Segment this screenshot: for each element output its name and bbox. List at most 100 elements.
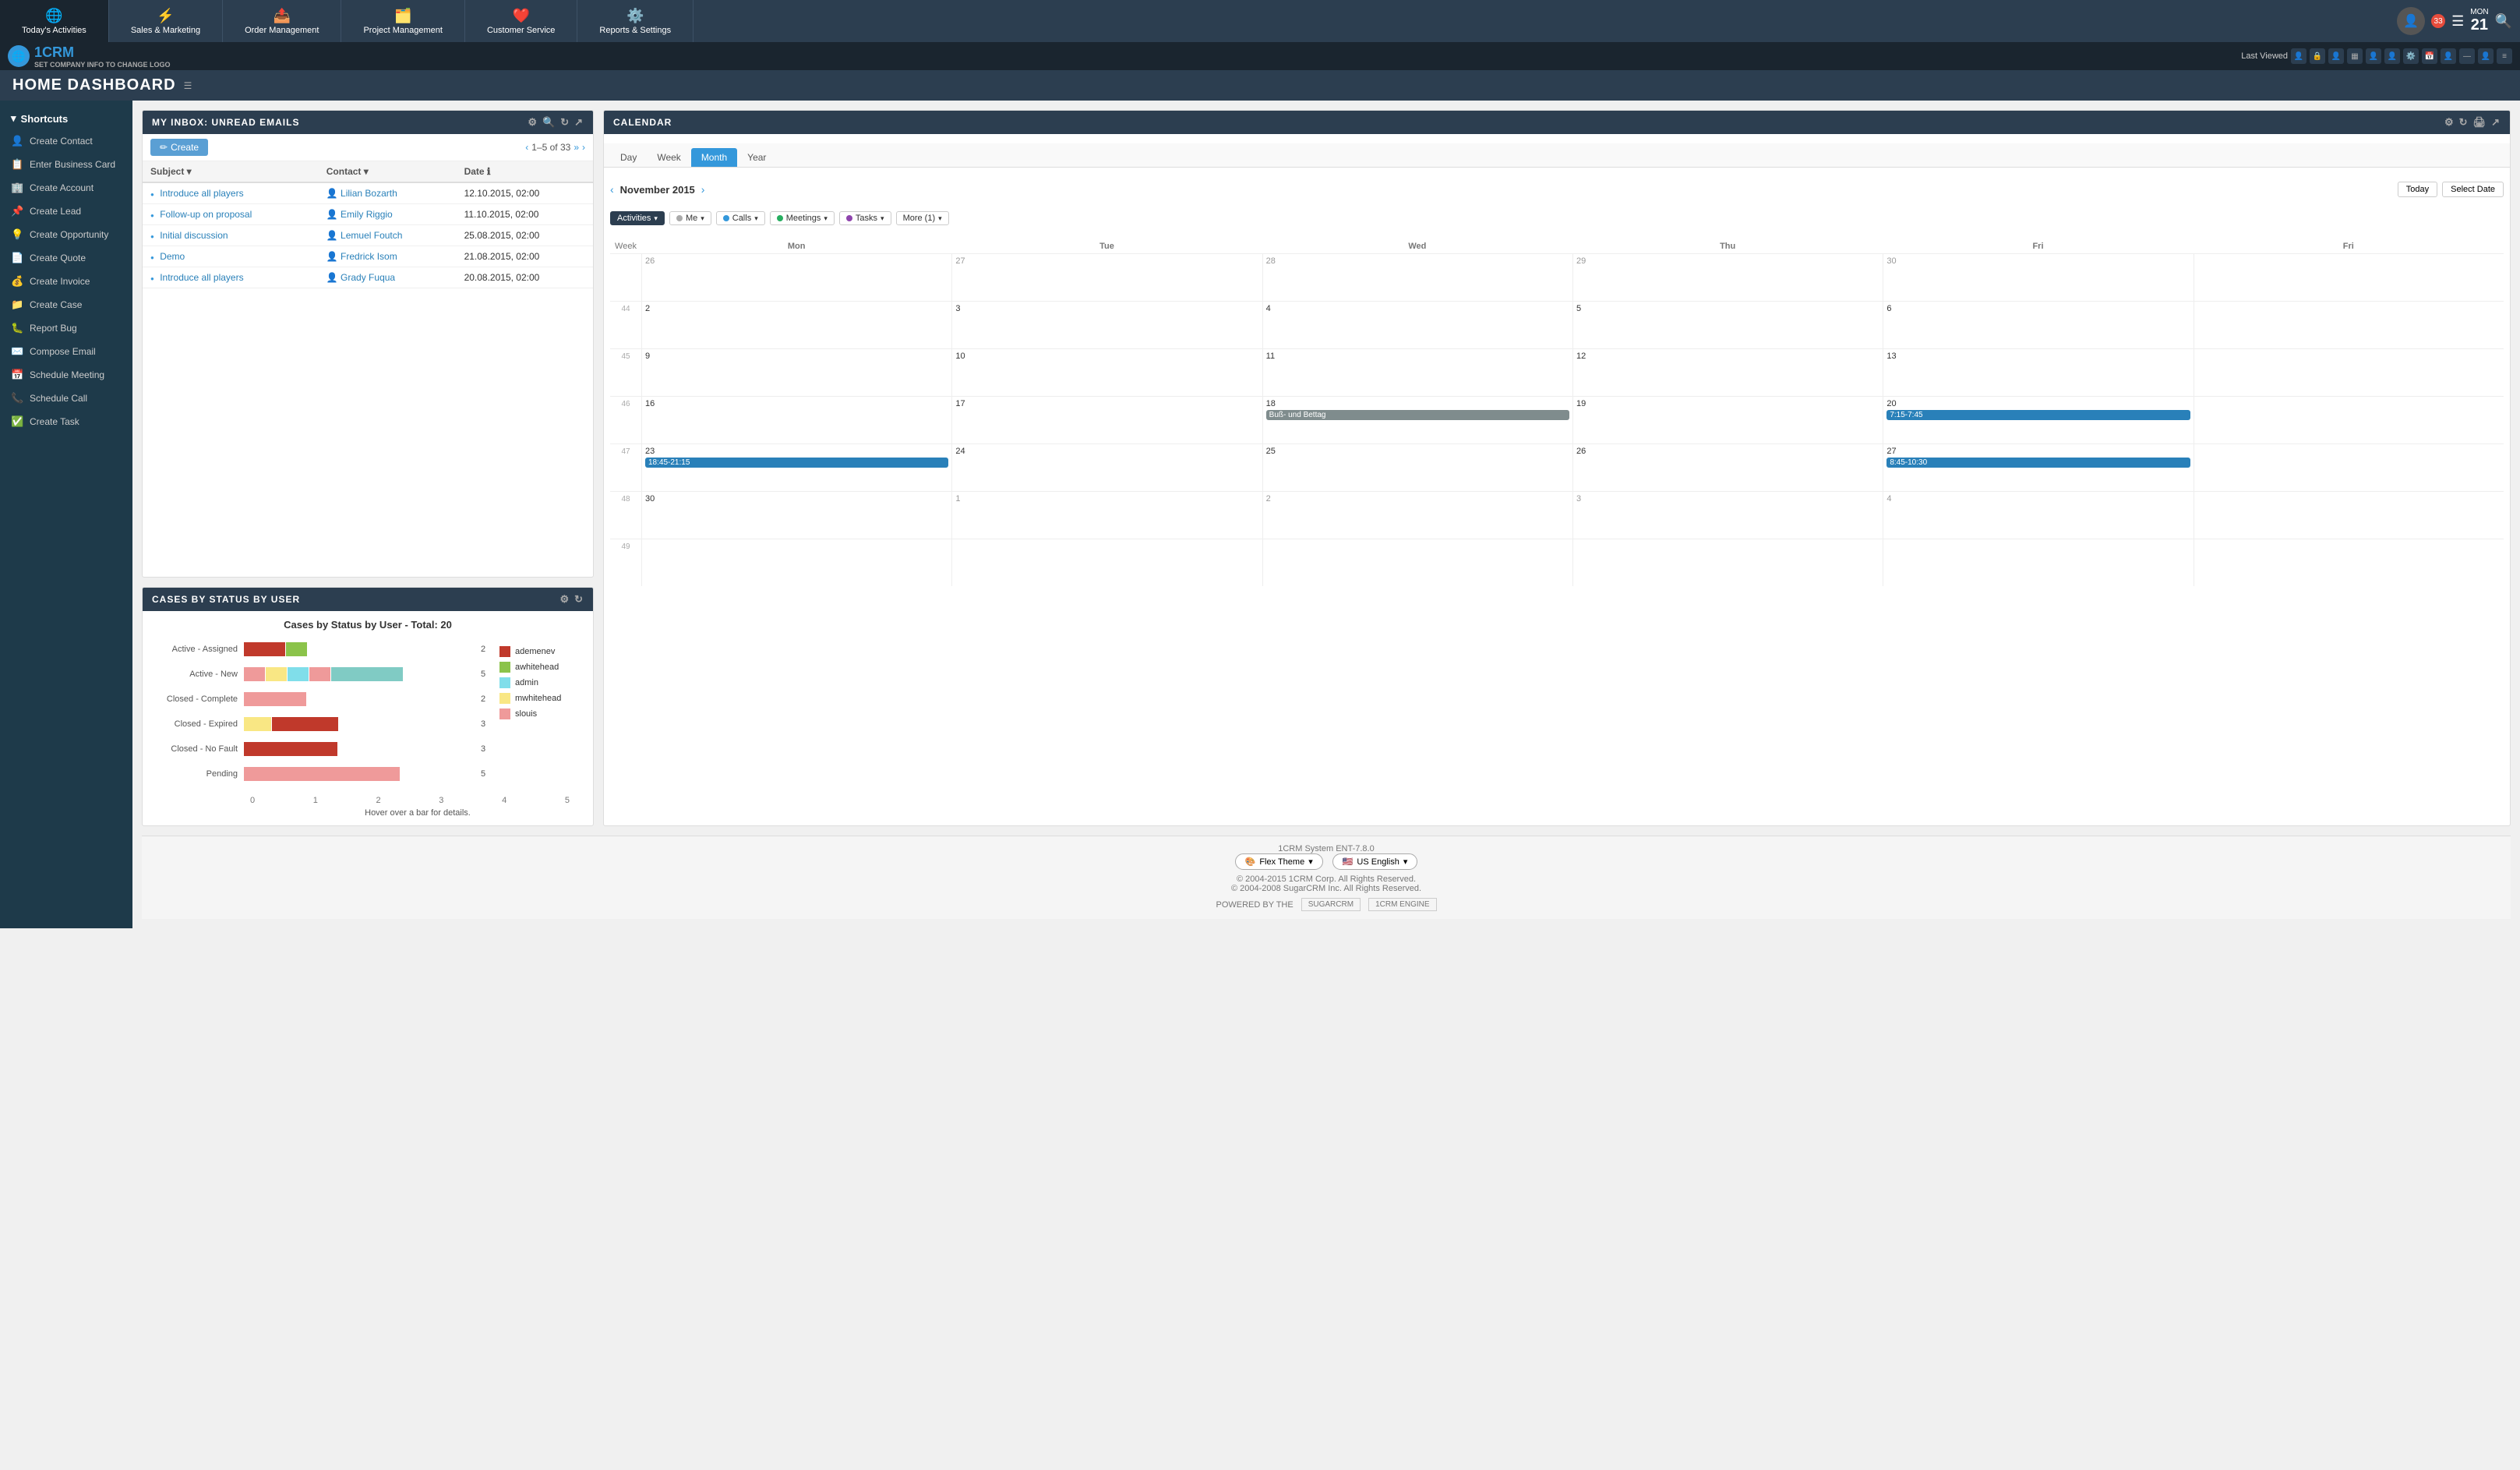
calendar-day-cell[interactable]: 12 bbox=[1572, 349, 1883, 396]
sidebar-item-schedule-call[interactable]: 📞Schedule Call bbox=[0, 387, 132, 410]
inbox-refresh-icon[interactable]: ↻ bbox=[560, 116, 570, 129]
notification-badge[interactable]: 33 bbox=[2431, 14, 2445, 28]
next-page-button[interactable]: › bbox=[582, 142, 585, 153]
sidebar-item-schedule-meeting[interactable]: 📅Schedule Meeting bbox=[0, 363, 132, 387]
cal-select-date-button[interactable]: Select Date bbox=[2442, 182, 2504, 197]
calendar-day-cell[interactable] bbox=[2194, 397, 2504, 443]
sidebar-item-compose-email[interactable]: ✉️Compose Email bbox=[0, 340, 132, 363]
calendar-event[interactable]: 18:45-21:15 bbox=[645, 458, 948, 468]
filter-btn-more-1[interactable]: More (1)▾ bbox=[896, 211, 949, 225]
bar-segment[interactable] bbox=[272, 717, 338, 731]
filter-btn-calls[interactable]: Calls▾ bbox=[716, 211, 765, 225]
lv-icon-12[interactable]: ≡ bbox=[2497, 48, 2512, 64]
top-nav-item-reports[interactable]: ⚙️Reports & Settings bbox=[577, 0, 694, 42]
bar-segment[interactable] bbox=[286, 642, 307, 656]
sidebar-item-create-opportunity[interactable]: 💡Create Opportunity bbox=[0, 223, 132, 246]
email-subject-link[interactable]: Introduce all players bbox=[160, 188, 243, 199]
calendar-day-cell[interactable]: 9 bbox=[641, 349, 951, 396]
calendar-day-cell[interactable]: 24 bbox=[951, 444, 1262, 491]
top-nav-item-project[interactable]: 🗂️Project Management bbox=[341, 0, 465, 42]
calendar-day-cell[interactable]: 6 bbox=[1883, 302, 2193, 348]
calendar-day-cell[interactable]: 27 bbox=[951, 254, 1262, 301]
calendar-day-cell[interactable]: 26 bbox=[641, 254, 951, 301]
calendar-day-cell[interactable]: 29 bbox=[1572, 254, 1883, 301]
email-subject-link[interactable]: Demo bbox=[160, 251, 185, 262]
sidebar-item-create-case[interactable]: 📁Create Case bbox=[0, 293, 132, 316]
lv-icon-6[interactable]: 👤 bbox=[2384, 48, 2400, 64]
lv-icon-9[interactable]: 👤 bbox=[2441, 48, 2456, 64]
calendar-day-cell[interactable] bbox=[2194, 302, 2504, 348]
lv-icon-1[interactable]: 👤 bbox=[2291, 48, 2306, 64]
calendar-event[interactable]: Buß- und Bettag bbox=[1266, 410, 1569, 420]
calendar-day-cell[interactable]: 4 bbox=[1883, 492, 2193, 539]
calendar-day-cell[interactable] bbox=[641, 539, 951, 586]
calendar-day-cell[interactable]: 2 bbox=[1262, 492, 1572, 539]
filter-btn-activities[interactable]: Activities▾ bbox=[610, 211, 665, 225]
calendar-day-cell[interactable]: 28 bbox=[1262, 254, 1572, 301]
prev-page-button[interactable]: ‹ bbox=[525, 142, 528, 153]
bar-segment[interactable] bbox=[244, 692, 306, 706]
calendar-day-cell[interactable]: 18Buß- und Bettag bbox=[1262, 397, 1572, 443]
cal-prev-month[interactable]: ‹ bbox=[610, 183, 614, 196]
top-nav-item-sales[interactable]: ⚡Sales & Marketing bbox=[109, 0, 223, 42]
bar-segment[interactable] bbox=[244, 742, 337, 756]
sidebar-item-create-account[interactable]: 🏢Create Account bbox=[0, 176, 132, 200]
calendar-day-cell[interactable]: 3 bbox=[951, 302, 1262, 348]
dashboard-menu-icon[interactable]: ☰ bbox=[184, 80, 192, 91]
calendar-day-cell[interactable] bbox=[1572, 539, 1883, 586]
calendar-day-cell[interactable] bbox=[951, 539, 1262, 586]
calendar-day-cell[interactable] bbox=[2194, 254, 2504, 301]
lv-icon-7[interactable]: ⚙️ bbox=[2403, 48, 2419, 64]
bar-segment[interactable] bbox=[244, 767, 400, 781]
filter-btn-meetings[interactable]: Meetings▾ bbox=[770, 211, 835, 225]
top-nav-item-order[interactable]: 📤Order Management bbox=[223, 0, 341, 42]
email-contact-link[interactable]: Lilian Bozarth bbox=[341, 188, 397, 199]
calendar-day-cell[interactable] bbox=[2194, 349, 2504, 396]
calendar-day-cell[interactable]: 30 bbox=[1883, 254, 2193, 301]
user-avatar[interactable]: 👤 bbox=[2397, 7, 2425, 35]
calendar-day-cell[interactable]: 13 bbox=[1883, 349, 2193, 396]
bar-segment[interactable] bbox=[331, 667, 403, 681]
calendar-day-cell[interactable] bbox=[2194, 444, 2504, 491]
lv-icon-4[interactable]: ▦ bbox=[2347, 48, 2363, 64]
search-icon[interactable]: 🔍 bbox=[2495, 13, 2512, 30]
calendar-day-cell[interactable]: 5 bbox=[1572, 302, 1883, 348]
cal-today-button[interactable]: Today bbox=[2398, 182, 2437, 197]
email-subject-link[interactable]: Follow-up on proposal bbox=[160, 209, 252, 220]
shortcuts-expand-icon[interactable]: ▾ bbox=[11, 112, 16, 125]
inbox-external-icon[interactable]: ↗ bbox=[574, 116, 584, 129]
language-button[interactable]: 🇺🇸 US English ▾ bbox=[1332, 853, 1418, 870]
calendar-day-cell[interactable]: 16 bbox=[641, 397, 951, 443]
calendar-day-cell[interactable]: 26 bbox=[1572, 444, 1883, 491]
lv-icon-10[interactable]: — bbox=[2459, 48, 2475, 64]
sidebar-item-create-task[interactable]: ✅Create Task bbox=[0, 410, 132, 433]
calendar-day-cell[interactable]: 19 bbox=[1572, 397, 1883, 443]
lv-icon-11[interactable]: 👤 bbox=[2478, 48, 2494, 64]
sidebar-item-create-invoice[interactable]: 💰Create Invoice bbox=[0, 270, 132, 293]
lv-icon-3[interactable]: 👤 bbox=[2328, 48, 2344, 64]
bar-segment[interactable] bbox=[288, 667, 309, 681]
chart-refresh-icon[interactable]: ↻ bbox=[574, 593, 584, 606]
calendar-day-cell[interactable]: 3 bbox=[1572, 492, 1883, 539]
lv-icon-2[interactable]: 🔒 bbox=[2310, 48, 2325, 64]
hamburger-menu-icon[interactable]: ☰ bbox=[2451, 13, 2464, 30]
cal-print-icon[interactable]: 🖨 bbox=[2473, 116, 2487, 129]
bar-segment[interactable] bbox=[309, 667, 330, 681]
create-email-button[interactable]: ✏ Create bbox=[150, 139, 208, 156]
calendar-day-cell[interactable] bbox=[1883, 539, 2193, 586]
lv-icon-8[interactable]: 📅 bbox=[2422, 48, 2437, 64]
inbox-settings-icon[interactable]: ⚙ bbox=[528, 116, 538, 129]
tab-week[interactable]: Week bbox=[647, 148, 690, 167]
filter-btn-me[interactable]: Me▾ bbox=[669, 211, 711, 225]
cal-external-icon[interactable]: ↗ bbox=[2491, 116, 2501, 129]
sidebar-item-create-quote[interactable]: 📄Create Quote bbox=[0, 246, 132, 270]
email-contact-link[interactable]: Fredrick Isom bbox=[341, 251, 397, 262]
cal-refresh-icon[interactable]: ↻ bbox=[2459, 116, 2469, 129]
filter-btn-tasks[interactable]: Tasks▾ bbox=[839, 211, 891, 225]
calendar-day-cell[interactable]: 207:15-7:45 bbox=[1883, 397, 2193, 443]
calendar-day-cell[interactable]: 4 bbox=[1262, 302, 1572, 348]
chart-settings-icon[interactable]: ⚙ bbox=[559, 593, 570, 606]
bar-segment[interactable] bbox=[266, 667, 287, 681]
calendar-day-cell[interactable]: 278:45-10:30 bbox=[1883, 444, 2193, 491]
calendar-day-cell[interactable]: 2 bbox=[641, 302, 951, 348]
